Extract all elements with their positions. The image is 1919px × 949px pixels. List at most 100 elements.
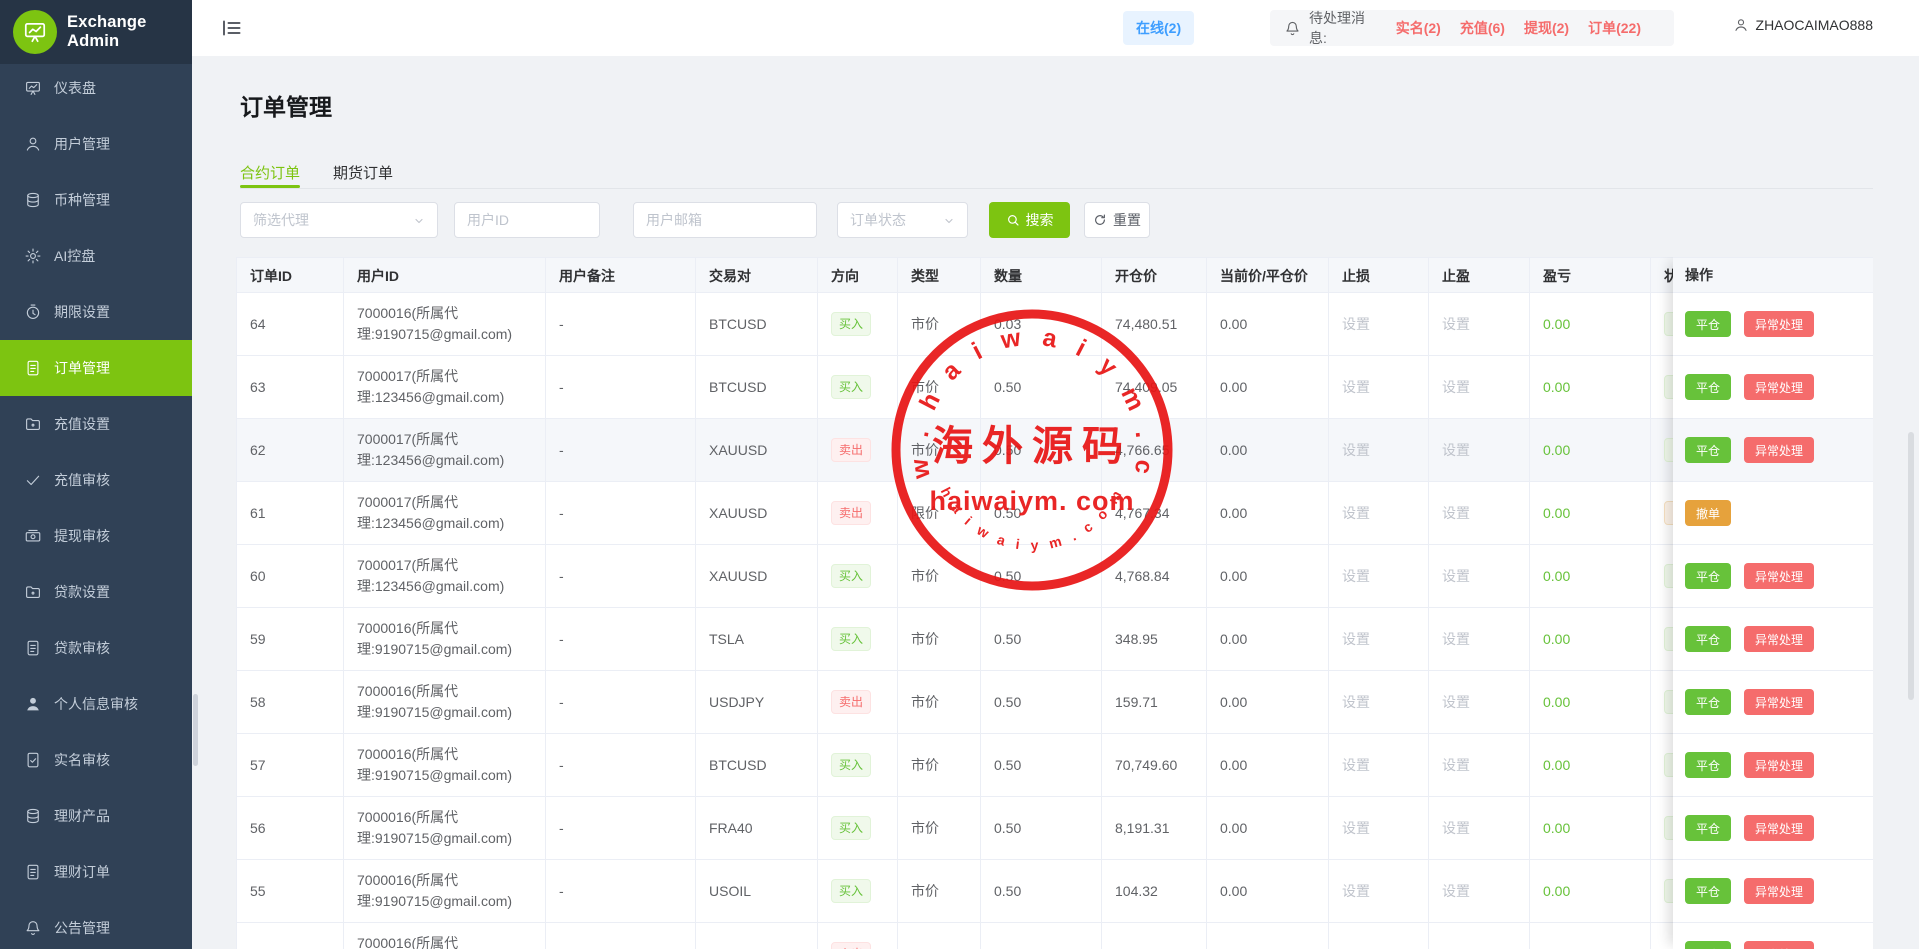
cell-note: - <box>546 860 696 922</box>
close-order-button[interactable]: 平仓 <box>1685 815 1731 841</box>
take-profit-set-link[interactable]: 设置 <box>1442 440 1470 460</box>
close-order-button[interactable]: 平仓 <box>1685 626 1731 652</box>
close-order-button[interactable]: 平仓 <box>1685 689 1731 715</box>
take-profit-set-link[interactable]: 设置 <box>1442 818 1470 838</box>
stop-loss-set-link[interactable]: 设置 <box>1342 566 1370 586</box>
close-order-button[interactable]: 平仓 <box>1685 878 1731 904</box>
abnormal-order-button[interactable]: 异常处理 <box>1744 311 1814 337</box>
close-order-button[interactable]: 平仓 <box>1685 563 1731 589</box>
take-profit-set-link[interactable]: 设置 <box>1442 881 1470 901</box>
pending-item-link[interactable]: 充值(6) <box>1460 18 1505 38</box>
sidebar-item-coins[interactable]: 理财产品 <box>0 788 192 844</box>
abnormal-order-button[interactable]: 异常处理 <box>1744 563 1814 589</box>
stop-loss-set-link[interactable]: 设置 <box>1342 377 1370 397</box>
abnormal-order-button[interactable]: 异常处理 <box>1744 689 1814 715</box>
tab-contract-orders[interactable]: 合约订单 <box>240 162 300 183</box>
abnormal-order-button[interactable]: 异常处理 <box>1744 941 1814 949</box>
cell-user: 7000017(所属代理:123456@gmail.com) <box>344 356 546 418</box>
page-scrollbar-thumb[interactable] <box>1908 432 1914 700</box>
cell-tp: 设置 <box>1429 608 1530 670</box>
order-status-select[interactable]: 订单状态 <box>837 202 968 238</box>
stop-loss-set-link[interactable]: 设置 <box>1342 440 1370 460</box>
take-profit-set-link[interactable]: 设置 <box>1442 692 1470 712</box>
stop-loss-set-link[interactable]: 设置 <box>1342 503 1370 523</box>
sidebar-item-money[interactable]: 提现审核 <box>0 508 192 564</box>
pending-item-link[interactable]: 实名(2) <box>1396 18 1441 38</box>
stop-loss-set-link[interactable]: 设置 <box>1342 755 1370 775</box>
close-order-button[interactable]: 平仓 <box>1685 941 1731 949</box>
sidebar-item-folder[interactable]: 充值设置 <box>0 396 192 452</box>
pending-item-link[interactable]: 提现(2) <box>1524 18 1569 38</box>
sidebar-item-document[interactable]: 理财订单 <box>0 844 192 900</box>
sidebar-item-label: 实名审核 <box>54 750 110 770</box>
cancel-order-button[interactable]: 撤单 <box>1685 500 1731 526</box>
cell-user: 7000016(所属代理:9190715@gmail.com) <box>344 860 546 922</box>
cell-id: 60 <box>237 545 344 607</box>
cell-pair: XAUUSD <box>696 545 818 607</box>
take-profit-set-link[interactable]: 设置 <box>1442 629 1470 649</box>
agent-filter-select[interactable]: 筛选代理 <box>240 202 438 238</box>
sidebar-item-document[interactable]: 贷款审核 <box>0 620 192 676</box>
cell-id: 63 <box>237 356 344 418</box>
take-profit-set-link[interactable]: 设置 <box>1442 314 1470 334</box>
search-button[interactable]: 搜索 <box>989 202 1070 238</box>
online-users-badge[interactable]: 在线(2) <box>1123 11 1194 45</box>
stop-loss-set-link[interactable]: 设置 <box>1342 629 1370 649</box>
sidebar-item-clock[interactable]: 期限设置 <box>0 284 192 340</box>
coins-icon <box>24 807 42 825</box>
sidebar-item-person[interactable]: 个人信息审核 <box>0 676 192 732</box>
column-header-type: 类型 <box>898 258 981 293</box>
cell-pair: XAUUSD <box>696 419 818 481</box>
direction-badge-buy: 买入 <box>831 816 871 840</box>
action-cell: 平仓异常处理 <box>1673 797 1873 860</box>
sidebar-item-gear[interactable]: AI控盘 <box>0 228 192 284</box>
sidebar-scrollbar-thumb[interactable] <box>193 694 198 766</box>
close-order-button[interactable]: 平仓 <box>1685 437 1731 463</box>
abnormal-order-button[interactable]: 异常处理 <box>1744 437 1814 463</box>
cell-sl: 设置 <box>1329 293 1429 355</box>
sidebar-item-label: 贷款审核 <box>54 638 110 658</box>
table-row: 557000016(所属代理:9190715@gmail.com)-USOIL买… <box>237 860 1873 923</box>
sidebar-item-folder[interactable]: 贷款设置 <box>0 564 192 620</box>
user-email-input[interactable] <box>646 212 804 228</box>
stop-loss-set-link[interactable]: 设置 <box>1342 881 1370 901</box>
abnormal-order-button[interactable]: 异常处理 <box>1744 815 1814 841</box>
cell-id: 56 <box>237 797 344 859</box>
sidebar-item-document[interactable]: 订单管理 <box>0 340 192 396</box>
folder-icon <box>24 583 42 601</box>
cell-note: - <box>546 293 696 355</box>
stop-loss-set-link[interactable]: 设置 <box>1342 692 1370 712</box>
sidebar-item-coins[interactable]: 币种管理 <box>0 172 192 228</box>
sidebar-fold-icon[interactable] <box>220 16 244 40</box>
abnormal-order-button[interactable]: 异常处理 <box>1744 752 1814 778</box>
sidebar-item-doc-check[interactable]: 实名审核 <box>0 732 192 788</box>
close-order-button[interactable]: 平仓 <box>1685 374 1731 400</box>
take-profit-set-link[interactable]: 设置 <box>1442 377 1470 397</box>
sidebar-item-bell[interactable]: 公告管理 <box>0 900 192 949</box>
user-id-input[interactable] <box>467 212 587 228</box>
take-profit-set-link[interactable]: 设置 <box>1442 755 1470 775</box>
cell-type: 市价 <box>898 734 981 796</box>
stop-loss-set-link[interactable]: 设置 <box>1342 314 1370 334</box>
close-order-button[interactable]: 平仓 <box>1685 752 1731 778</box>
cell-tp: 设置 <box>1429 860 1530 922</box>
cell-tp <box>1429 923 1530 949</box>
abnormal-order-button[interactable]: 异常处理 <box>1744 374 1814 400</box>
sidebar-item-user[interactable]: 用户管理 <box>0 116 192 172</box>
abnormal-order-button[interactable]: 异常处理 <box>1744 878 1814 904</box>
close-order-button[interactable]: 平仓 <box>1685 311 1731 337</box>
cell-qty: 0.50 <box>981 356 1102 418</box>
take-profit-set-link[interactable]: 设置 <box>1442 503 1470 523</box>
reset-button[interactable]: 重置 <box>1084 202 1150 238</box>
cell-pnl: 0.00 <box>1530 860 1651 922</box>
abnormal-order-button[interactable]: 异常处理 <box>1744 626 1814 652</box>
user-menu[interactable]: ZHAOCAIMAO888 <box>1733 17 1873 33</box>
tab-futures-orders[interactable]: 期货订单 <box>333 162 393 183</box>
pending-item-link[interactable]: 订单(22) <box>1588 18 1641 38</box>
sidebar-item-dashboard[interactable]: 仪表盘 <box>0 60 192 116</box>
cell-user: 7000016(所属代理:9190715@gmail.com) <box>344 923 546 949</box>
stop-loss-set-link[interactable]: 设置 <box>1342 818 1370 838</box>
sidebar-item-check[interactable]: 充值审核 <box>0 452 192 508</box>
cell-direction: 卖出 <box>818 923 898 949</box>
take-profit-set-link[interactable]: 设置 <box>1442 566 1470 586</box>
